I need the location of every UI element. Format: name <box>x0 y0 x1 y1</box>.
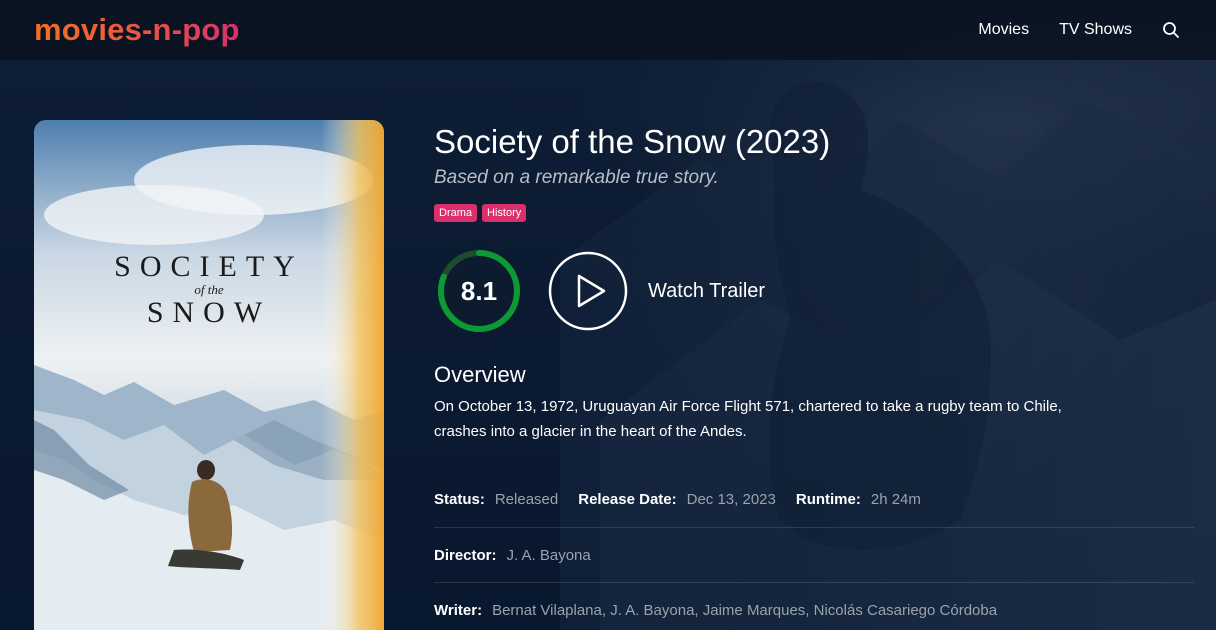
watch-trailer-button[interactable]: Watch Trailer <box>548 251 765 331</box>
runtime-value: 2h 24m <box>870 491 921 508</box>
movie-details: Society of the Snow (2023) Based on a re… <box>434 120 1194 630</box>
genre-badge-history[interactable]: History <box>482 204 527 222</box>
poster-title-line1: SOCIETY <box>114 250 304 283</box>
writer-label: Writer: <box>434 602 483 619</box>
play-icon[interactable] <box>548 251 628 331</box>
rating-circle: 8.1 <box>434 246 524 336</box>
runtime-label: Runtime: <box>795 491 861 508</box>
overview-text: On October 13, 1972, Uruguayan Air Force… <box>434 398 1062 440</box>
director-label: Director: <box>434 546 497 564</box>
poster-title: SOCIETY of the SNOW <box>34 250 384 330</box>
info-row-release: Status: Released Release Date: Dec 13, 2… <box>434 472 1194 528</box>
nav-tv-shows[interactable]: TV Shows <box>1059 21 1132 39</box>
release-date-item: Release Date: Dec 13, 2023 <box>578 491 776 508</box>
movie-poster: SOCIETY of the SNOW <box>34 120 384 630</box>
poster-title-line3: SNOW <box>146 296 272 329</box>
search-icon[interactable] <box>1162 21 1180 39</box>
site-header: movies-n-pop Movies TV Shows <box>0 0 1216 60</box>
status-item: Status: Released <box>434 491 558 508</box>
main-nav: Movies TV Shows <box>978 21 1180 39</box>
status-value: Released <box>494 491 559 508</box>
poster-artwork <box>34 120 384 630</box>
status-label: Status: <box>434 491 485 508</box>
movie-title: Society of the Snow (2023) <box>434 123 831 160</box>
release-date-label: Release Date: <box>578 491 677 508</box>
info-row-director: Director: J. A. Bayona <box>434 528 1194 583</box>
movie-tagline: Based on a remarkable true story. <box>434 167 719 188</box>
release-date-value: Dec 13, 2023 <box>686 491 776 508</box>
runtime-item: Runtime: 2h 24m <box>796 491 921 508</box>
genre-list: Drama History <box>434 204 1194 222</box>
director-value[interactable]: J. A. Bayona <box>507 547 591 564</box>
overview-heading: Overview <box>434 362 526 387</box>
site-logo[interactable]: movies-n-pop <box>34 12 240 48</box>
nav-movies[interactable]: Movies <box>978 21 1029 39</box>
writer-value[interactable]: Bernat Vilaplana, J. A. Bayona, Jaime Ma… <box>492 602 997 619</box>
info-row-writer: Writer: Bernat Vilaplana, J. A. Bayona, … <box>434 583 1194 630</box>
watch-trailer-label[interactable]: Watch Trailer <box>648 280 765 303</box>
movie-actions: 8.1 Watch Trailer <box>434 246 1194 336</box>
genre-badge-drama[interactable]: Drama <box>434 204 478 222</box>
rating-value: 8.1 <box>460 275 498 306</box>
